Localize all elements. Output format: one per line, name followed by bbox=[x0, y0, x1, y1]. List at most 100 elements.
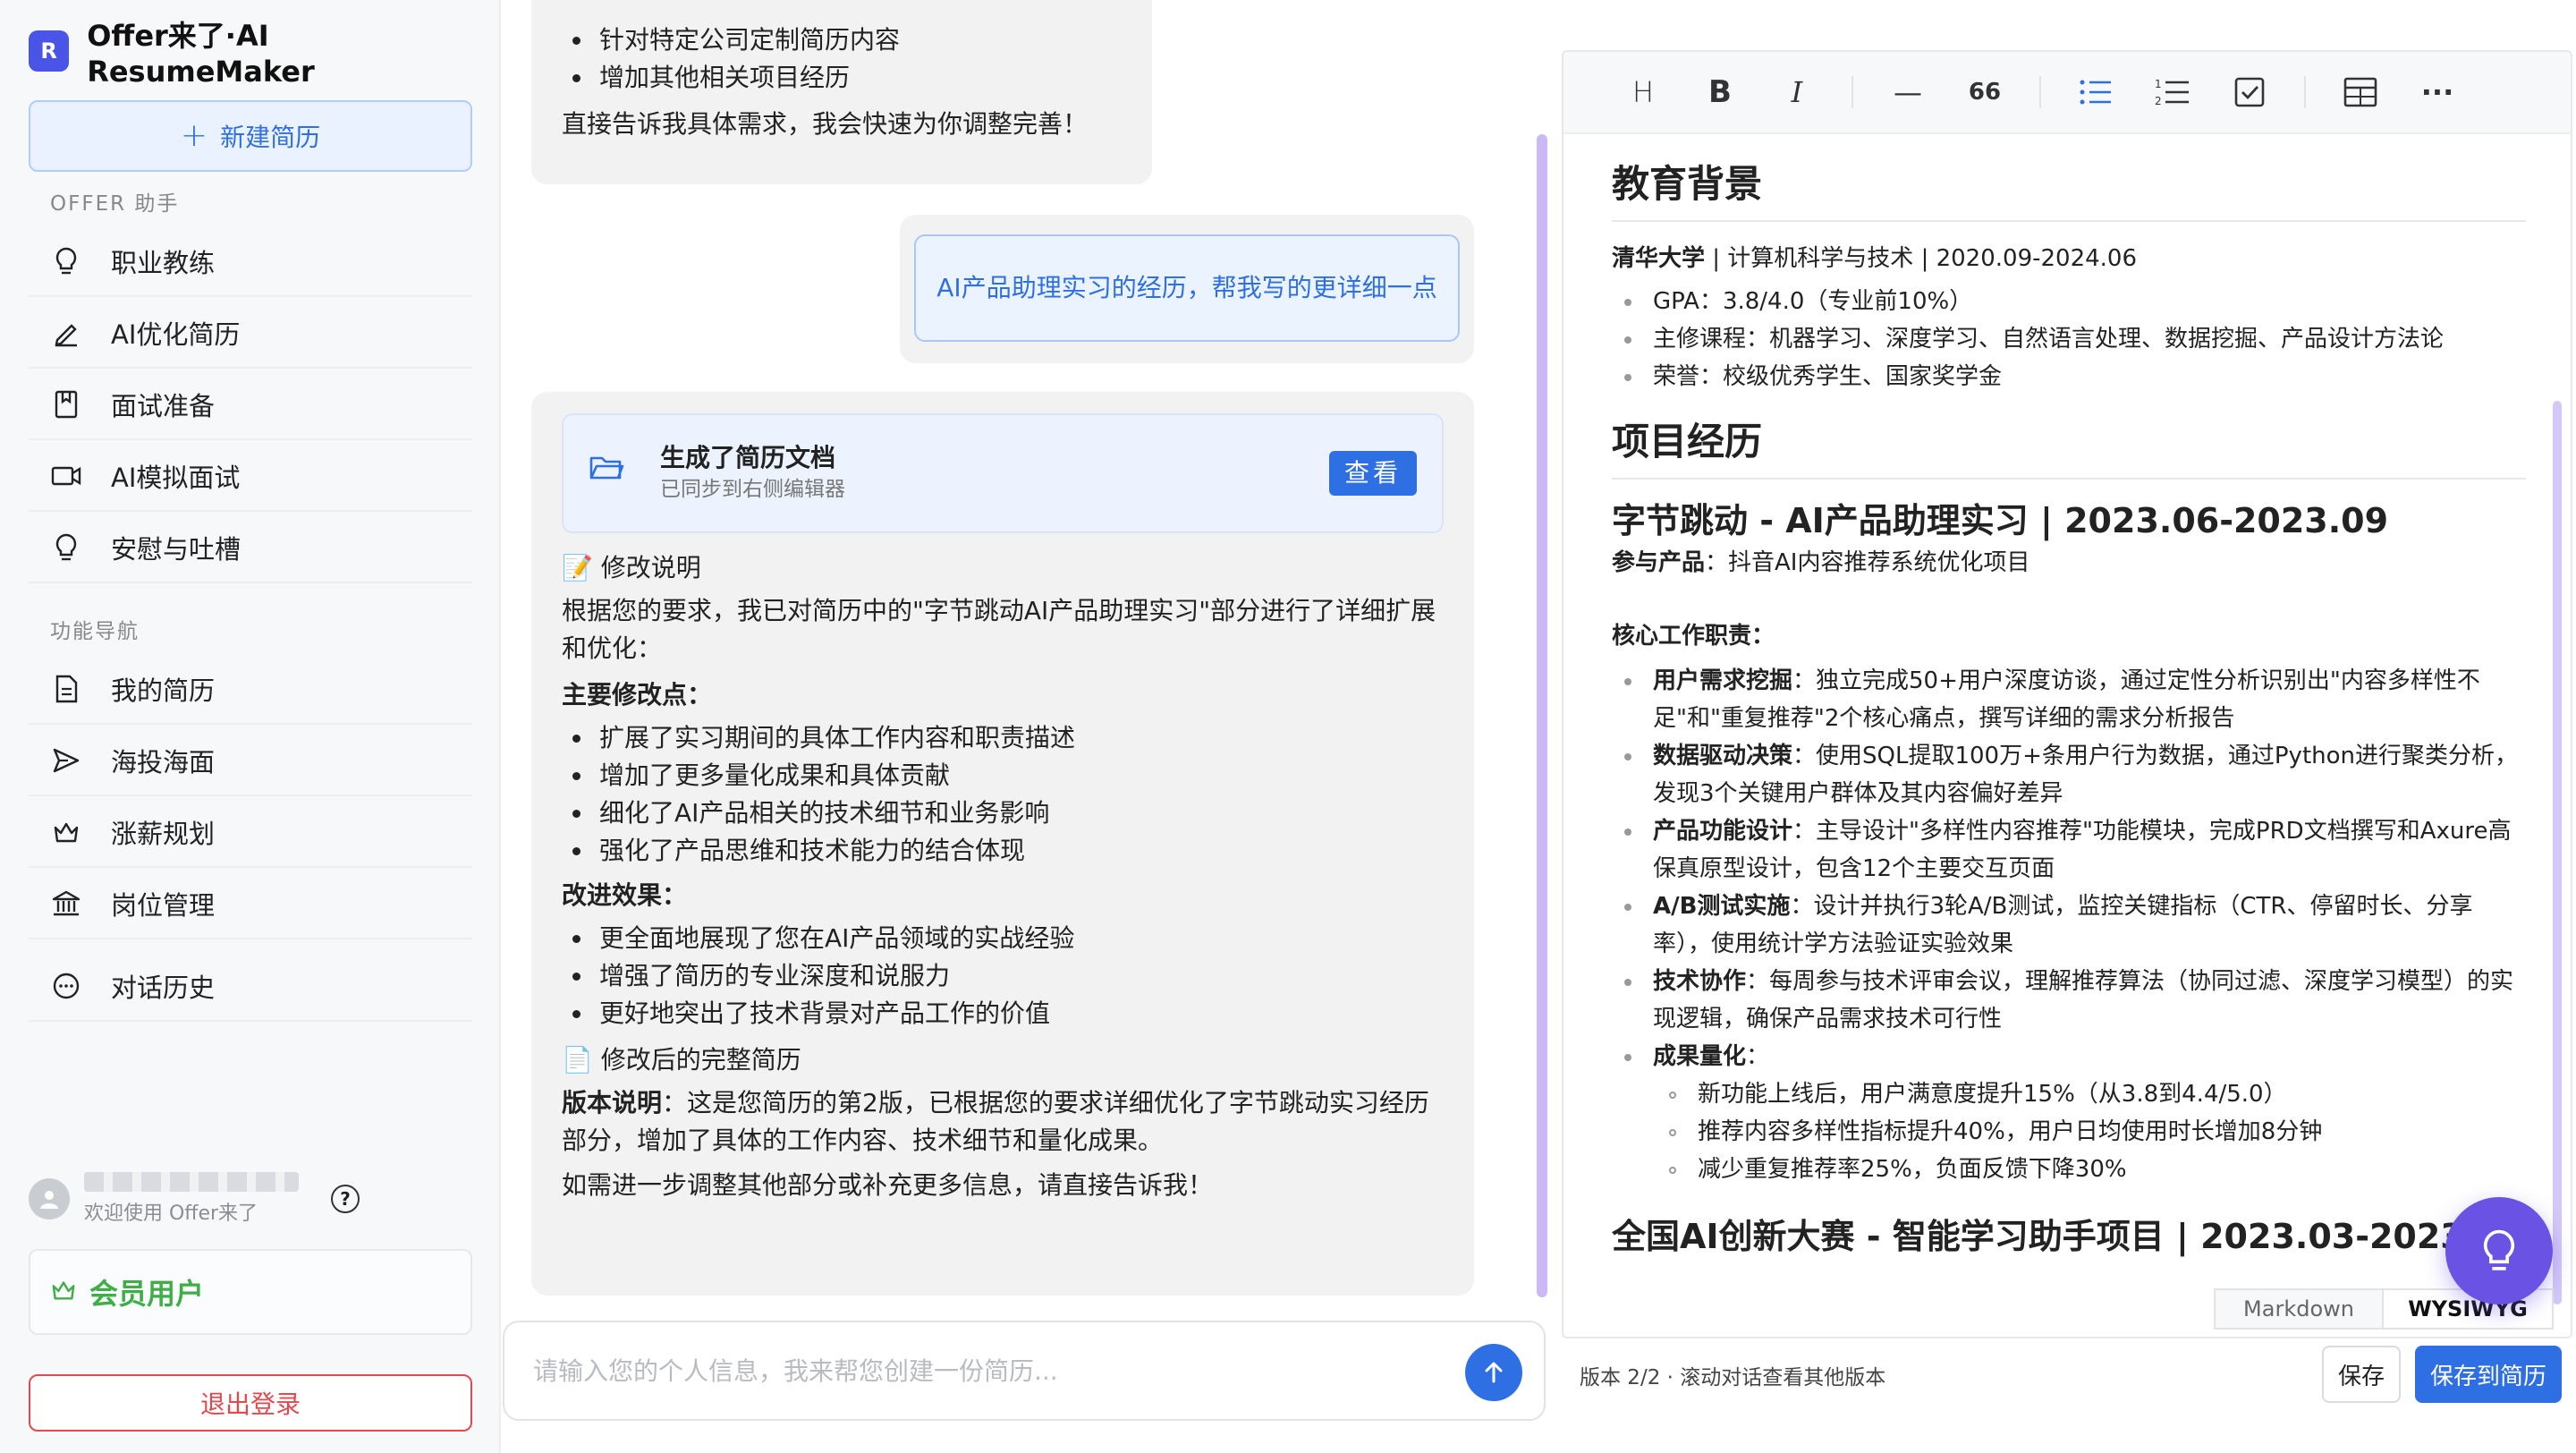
list-item: 成果量化： bbox=[1612, 1038, 2526, 1075]
lightbulb-icon bbox=[2483, 1229, 2515, 1270]
bank-icon bbox=[50, 888, 82, 920]
section-heading: 📄 修改后的完整简历 bbox=[562, 1045, 801, 1075]
section-title-assistant: OFFER 助手 bbox=[50, 192, 180, 216]
education-detail: | 计算机科学与技术 | 2020.09-2024.06 bbox=[1705, 245, 2138, 272]
sidebar-item-label: 安慰与吐槽 bbox=[111, 534, 242, 565]
sidebar-item-label: 我的简历 bbox=[111, 676, 216, 706]
list-item: 产品功能设计：主导设计"多样性内容推荐"功能模块，完成PRD文档撰写和Axure… bbox=[1612, 812, 2526, 888]
brand-logo: R bbox=[29, 30, 70, 72]
sidebar-item-label: 海投海面 bbox=[111, 747, 216, 777]
chat-input[interactable] bbox=[533, 1355, 1428, 1386]
save-button[interactable]: 保存 bbox=[2322, 1346, 2401, 1403]
list-item: 更全面地展现了您在AI产品领域的实战经验 bbox=[562, 920, 1444, 957]
member-badge[interactable]: 会员用户 bbox=[29, 1249, 472, 1335]
document-icon bbox=[50, 673, 82, 705]
new-resume-label: 新建简历 bbox=[220, 123, 321, 152]
user-profile[interactable]: 欢迎使用 Offer来了 bbox=[29, 1163, 472, 1235]
task-list-icon[interactable] bbox=[2227, 70, 2272, 115]
member-label: 会员用户 bbox=[89, 1277, 205, 1311]
section-heading-education: 教育背景 bbox=[1612, 157, 2526, 222]
resume-editor: H B I — 66 12 ··· 教育背景 清华大学 | 计算机科学与技术 |… bbox=[1562, 50, 2572, 1338]
sidebar-item-job-manage[interactable]: 岗位管理 bbox=[29, 870, 472, 939]
editor-toolbar: H B I — 66 12 ··· bbox=[1563, 52, 2571, 134]
more-icon[interactable]: ··· bbox=[2415, 70, 2460, 115]
ordered-list-icon[interactable]: 12 bbox=[2150, 70, 2195, 115]
duty-title: 数据驱动决策 bbox=[1653, 743, 1793, 769]
resume-document[interactable]: 教育背景 清华大学 | 计算机科学与技术 | 2020.09-2024.06 G… bbox=[1612, 157, 2526, 1260]
video-icon bbox=[50, 460, 82, 492]
list-item: 增加其他相关项目经历 bbox=[562, 59, 1122, 97]
list-item: 增加了更多量化成果和具体贡献 bbox=[562, 757, 1444, 794]
sidebar-item-mock-interview[interactable]: AI模拟面试 bbox=[29, 442, 472, 512]
doc-card-subtitle: 已同步到右侧编辑器 bbox=[660, 478, 845, 501]
chat-scrollbar[interactable] bbox=[1537, 134, 1547, 1297]
lightbulb-icon bbox=[50, 531, 82, 564]
list-item: 荣誉：校级优秀学生、国家奖学金 bbox=[1612, 358, 2526, 395]
version-note: 版本说明：这是您简历的第2版，已根据您的要求详细优化了字节跳动实习经历部分，增加… bbox=[562, 1084, 1444, 1160]
horizontal-rule-icon[interactable]: — bbox=[1885, 70, 1930, 115]
assistant-fab[interactable] bbox=[2445, 1197, 2553, 1304]
bullet-list-icon[interactable] bbox=[2073, 70, 2118, 115]
section-title-nav: 功能导航 bbox=[50, 620, 140, 643]
sidebar-item-label: AI优化简历 bbox=[111, 319, 241, 350]
generated-doc-card[interactable]: 生成了简历文档 已同步到右侧编辑器 查看 bbox=[562, 413, 1444, 533]
section-heading: 📝 修改说明 bbox=[562, 553, 701, 582]
new-resume-button[interactable]: + 新建简历 bbox=[29, 100, 472, 172]
send-icon bbox=[50, 744, 82, 777]
doc-card-texts: 生成了简历文档 已同步到右侧编辑器 bbox=[660, 442, 845, 505]
app-root: R Offer来了·AI ResumeMaker + 新建简历 OFFER 助手… bbox=[0, 0, 2576, 1453]
duty-title: 用户需求挖掘 bbox=[1653, 667, 1793, 694]
table-icon[interactable] bbox=[2338, 70, 2383, 115]
logout-button[interactable]: 退出登录 bbox=[29, 1374, 472, 1432]
list-item: 技术协作：每周参与技术评审会议，理解推荐算法（协同过滤、深度学习模型）的实现逻辑… bbox=[1612, 963, 2526, 1038]
list-item: 数据驱动决策：使用SQL提取100万+条用户行为数据，通过Python进行聚类分… bbox=[1612, 737, 2526, 812]
crown-icon bbox=[50, 816, 82, 848]
duty-title: 成果量化 bbox=[1653, 1043, 1747, 1070]
list-item: 增强了简历的专业深度和说服力 bbox=[562, 957, 1444, 995]
plus-icon: + bbox=[180, 117, 208, 154]
sidebar-item-label: 对话历史 bbox=[111, 973, 216, 1003]
heading-icon[interactable]: H bbox=[1621, 70, 1665, 115]
sidebar-item-chat-history[interactable]: 对话历史 bbox=[29, 952, 472, 1022]
duties-label: 核心工作职责 bbox=[1612, 623, 1752, 650]
message-text: 根据您的要求，我已对简历中的"字节跳动AI产品助理实习"部分进行了详细扩展和优化… bbox=[562, 596, 1436, 663]
sidebar-item-salary-plan[interactable]: 涨薪规划 bbox=[29, 798, 472, 868]
version-text: ：这是您简历的第2版，已根据您的要求详细优化了字节跳动实习经历部分，增加了具体的… bbox=[562, 1088, 1429, 1155]
sidebar-item-label: AI模拟面试 bbox=[111, 463, 241, 493]
version-label: 版本说明 bbox=[562, 1088, 663, 1117]
list-item: 针对特定公司定制简历内容 bbox=[562, 21, 1122, 59]
sidebar-item-career-coach[interactable]: 职业教练 bbox=[29, 227, 472, 297]
section-heading-projects: 项目经历 bbox=[1612, 415, 2526, 480]
sidebar-item-ai-optimize[interactable]: AI优化简历 bbox=[29, 299, 472, 369]
user-message: AI产品助理实习的经历，帮我写的更详细一点 bbox=[914, 234, 1460, 342]
help-icon[interactable]: ? bbox=[331, 1185, 360, 1213]
duties-heading: 核心工作职责： bbox=[1612, 623, 1775, 650]
tab-markdown[interactable]: Markdown bbox=[2214, 1288, 2384, 1330]
bold-icon[interactable]: B bbox=[1698, 70, 1742, 115]
assistant-message: 针对特定公司定制简历内容 增加其他相关项目经历 直接告诉我具体需求，我会快速为你… bbox=[531, 0, 1152, 184]
list-item: 更好地突出了技术背景对产品工作的价值 bbox=[562, 995, 1444, 1032]
duty-title: 技术协作 bbox=[1653, 968, 1747, 995]
send-button[interactable] bbox=[1465, 1344, 1522, 1401]
editor-scrollbar[interactable] bbox=[2553, 401, 2562, 1304]
quote-icon[interactable]: 66 bbox=[1962, 70, 2007, 115]
product-label: 参与产品 bbox=[1612, 549, 1706, 576]
sidebar-item-my-resume[interactable]: 我的简历 bbox=[29, 655, 472, 725]
chat-icon bbox=[50, 970, 82, 1002]
list-item: 减少重复推荐率25%，负面反馈下降30% bbox=[1612, 1151, 2526, 1188]
education-list: GPA：3.8/4.0（专业前10%） 主修课程：机器学习、深度学习、自然语言处… bbox=[1612, 283, 2526, 395]
list-item: GPA：3.8/4.0（专业前10%） bbox=[1612, 283, 2526, 320]
folder-icon bbox=[589, 453, 624, 494]
duty-text: ： bbox=[1746, 1043, 1770, 1070]
save-to-resume-button[interactable]: 保存到简历 bbox=[2415, 1346, 2562, 1403]
duty-text: ：每周参与技术评审会议，理解推荐算法（协同过滤、深度学习模型）的实现逻辑，确保产… bbox=[1653, 968, 2514, 1032]
sidebar-item-mass-apply[interactable]: 海投海面 bbox=[29, 726, 472, 796]
italic-icon[interactable]: I bbox=[1775, 70, 1819, 115]
sidebar-item-comfort[interactable]: 安慰与吐槽 bbox=[29, 514, 472, 583]
sidebar-item-interview-prep[interactable]: 面试准备 bbox=[29, 370, 472, 440]
arrow-up-icon bbox=[1485, 1362, 1503, 1383]
education-line: 清华大学 | 计算机科学与技术 | 2020.09-2024.06 bbox=[1612, 240, 2526, 277]
view-button[interactable]: 查看 bbox=[1329, 451, 1417, 496]
main-points-title: 主要修改点： bbox=[562, 680, 713, 710]
app-title: Offer来了·AI ResumeMaker bbox=[87, 19, 315, 89]
